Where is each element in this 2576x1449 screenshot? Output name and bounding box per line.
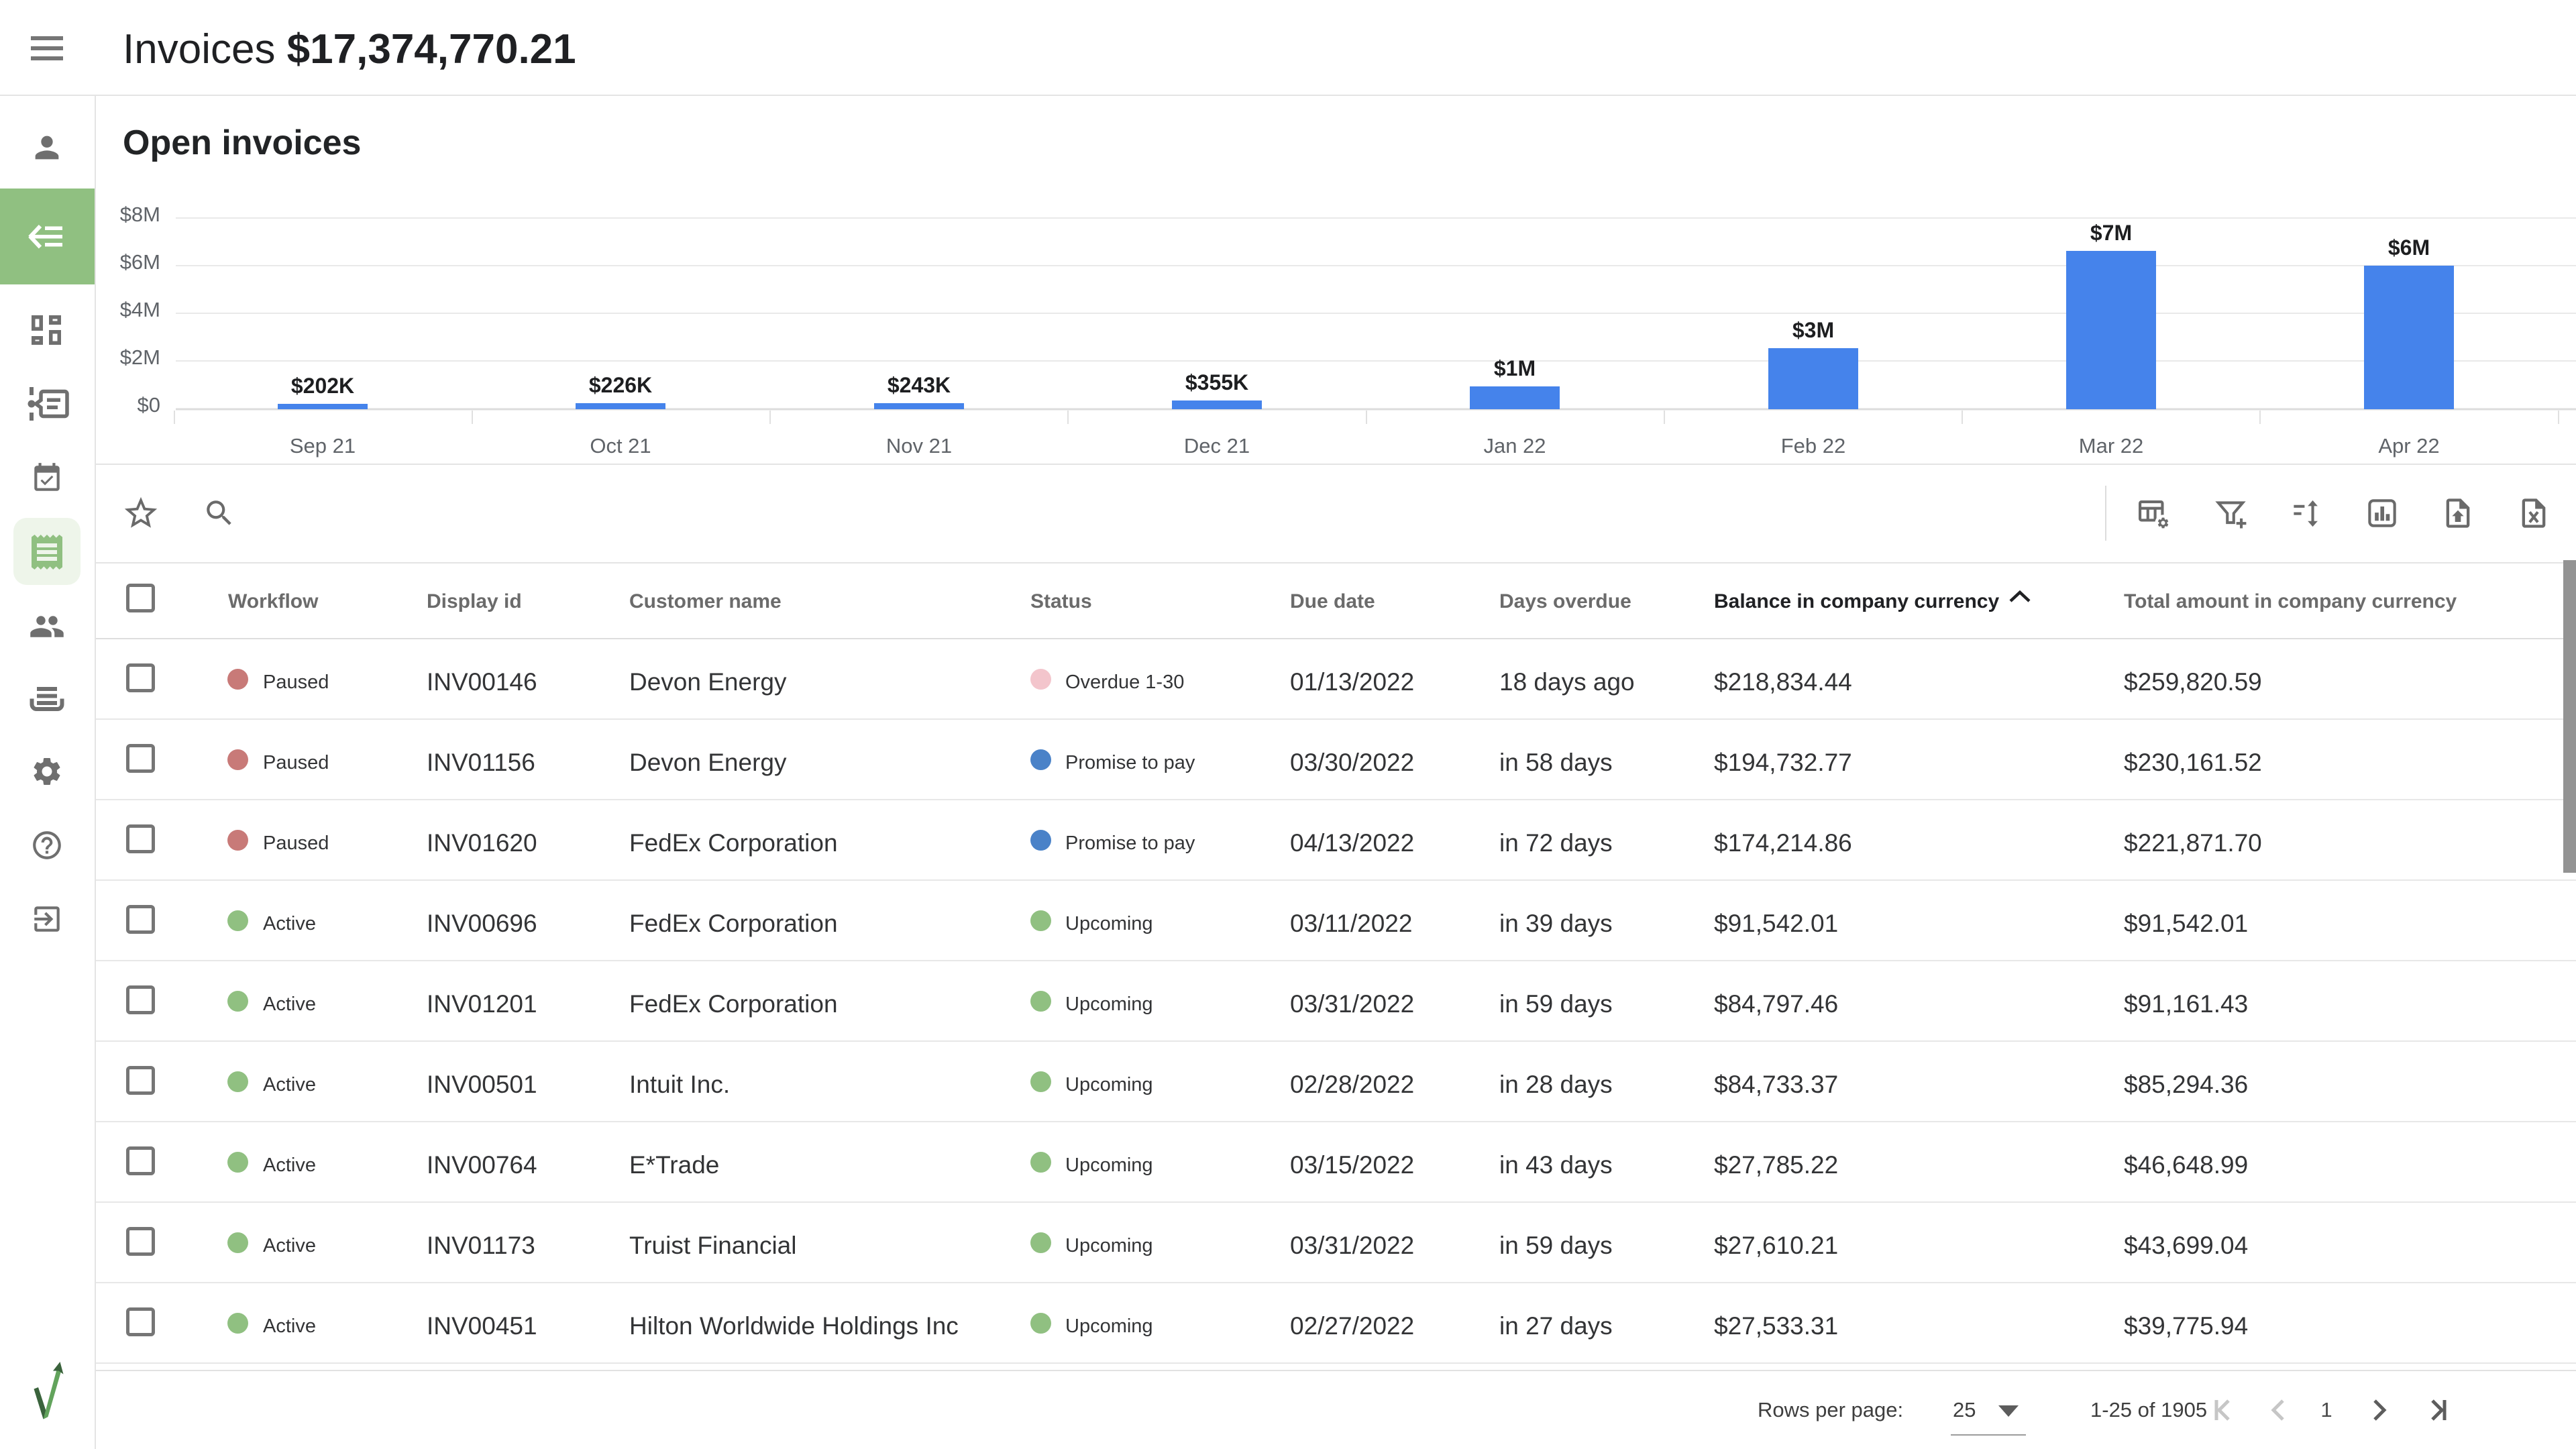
svg-text:Feb 22: Feb 22 — [1781, 434, 1846, 458]
svg-text:$6M: $6M — [2388, 235, 2430, 260]
svg-text:$1M: $1M — [1494, 356, 1536, 380]
svg-text:$0: $0 — [138, 393, 160, 417]
svg-text:$2M: $2M — [120, 345, 160, 369]
svg-text:$3M: $3M — [1792, 318, 1834, 342]
svg-text:$4M: $4M — [120, 298, 160, 321]
svg-text:$6M: $6M — [120, 250, 160, 274]
svg-text:Sep 21: Sep 21 — [290, 434, 356, 458]
svg-text:Oct 21: Oct 21 — [590, 434, 651, 458]
svg-text:$8M: $8M — [120, 203, 160, 226]
svg-text:$7M: $7M — [2090, 221, 2132, 245]
svg-text:Dec 21: Dec 21 — [1184, 434, 1250, 458]
svg-text:Mar 22: Mar 22 — [2079, 434, 2143, 458]
svg-text:Apr 22: Apr 22 — [2378, 434, 2439, 458]
svg-text:$202K: $202K — [291, 374, 354, 398]
svg-text:Jan 22: Jan 22 — [1483, 434, 1546, 458]
svg-text:$226K: $226K — [589, 373, 652, 397]
svg-text:Nov 21: Nov 21 — [886, 434, 952, 458]
svg-text:$243K: $243K — [888, 373, 951, 397]
svg-text:$355K: $355K — [1185, 370, 1248, 394]
